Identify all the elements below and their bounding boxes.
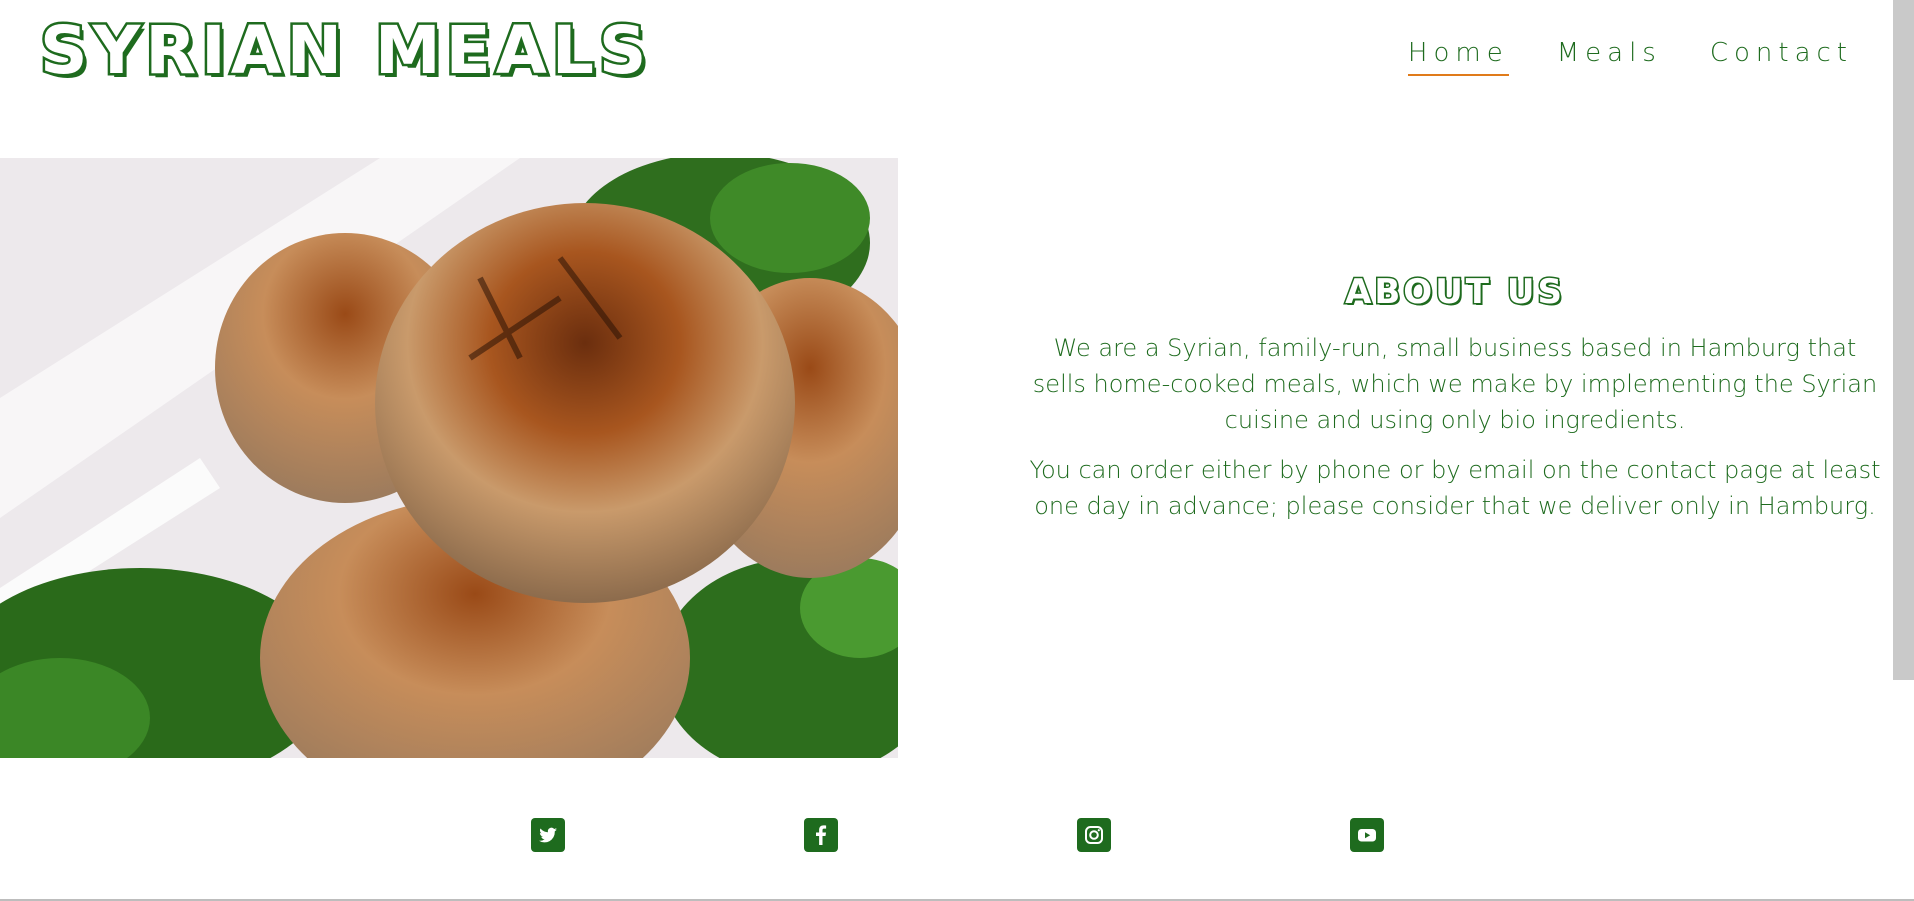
food-photo — [0, 158, 898, 758]
nav-contact[interactable]: Contact — [1710, 38, 1853, 76]
instagram-link[interactable] — [1077, 818, 1111, 852]
about-paragraph-2: You can order either by phone or by emai… — [1029, 456, 1881, 520]
facebook-icon — [816, 825, 827, 845]
youtube-icon — [1358, 829, 1376, 842]
main-nav: Home Meals Contact — [1407, 38, 1853, 76]
instagram-icon — [1085, 826, 1103, 844]
hero-food-image — [0, 158, 898, 758]
youtube-link[interactable] — [1350, 818, 1384, 852]
nav-meals[interactable]: Meals — [1557, 38, 1662, 76]
twitter-icon — [539, 827, 557, 843]
social-links — [0, 818, 1893, 852]
twitter-link[interactable] — [531, 818, 565, 852]
site-logo[interactable]: SYRIAN MEALS — [37, 15, 651, 86]
about-heading: ABOUT US — [1344, 271, 1565, 314]
about-section: ABOUT US We are a Syrian, family-run, sm… — [1015, 271, 1895, 538]
nav-home[interactable]: Home — [1407, 38, 1509, 76]
site-header: SYRIAN MEALS Home Meals Contact — [0, 0, 1893, 130]
page-scrollbar[interactable] — [1893, 0, 1914, 680]
about-paragraph-1: We are a Syrian, family-run, small busin… — [1032, 334, 1878, 434]
facebook-link[interactable] — [804, 818, 838, 852]
